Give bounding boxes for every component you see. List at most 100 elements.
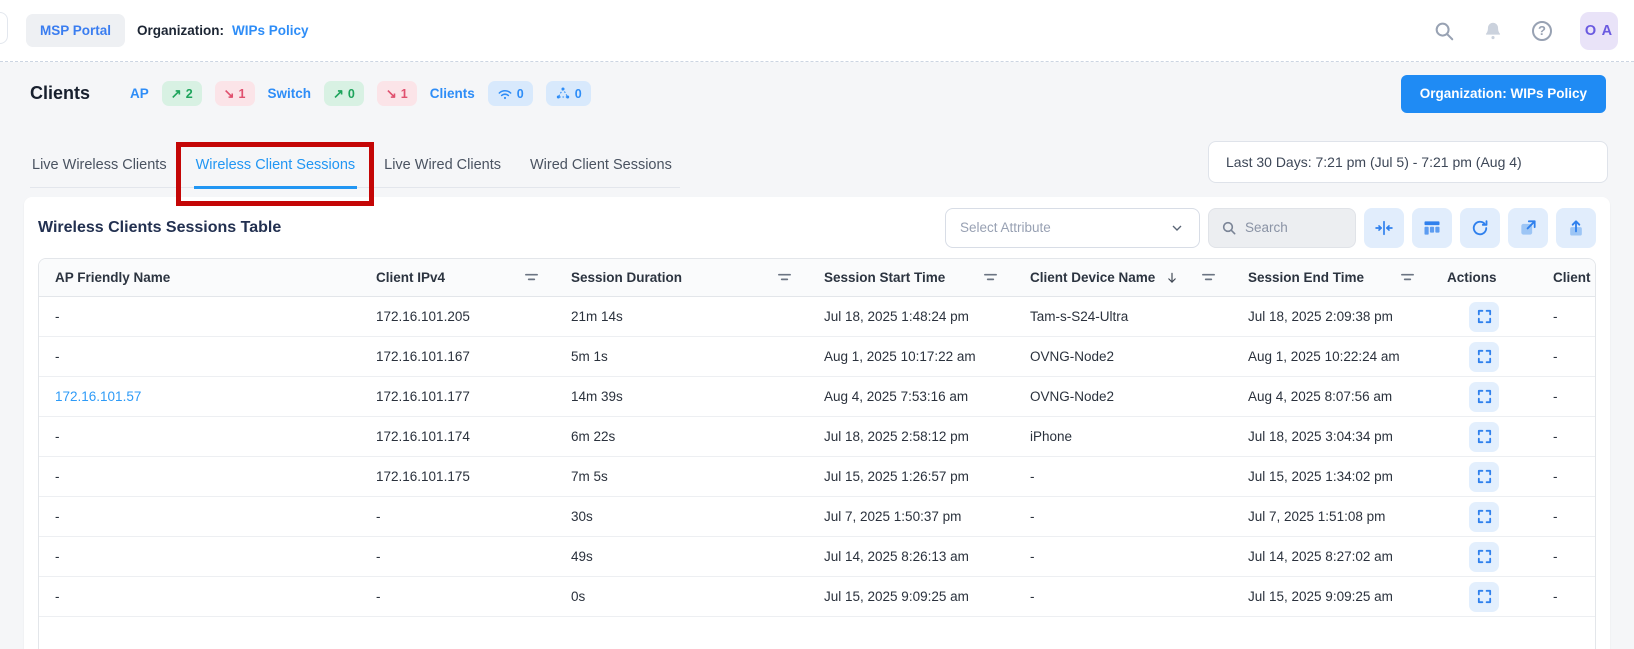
cell-device: -	[1014, 469, 1232, 484]
expand-row-button[interactable]	[1469, 302, 1499, 332]
notifications-bell-icon[interactable]	[1482, 20, 1504, 42]
expand-row-button[interactable]	[1469, 582, 1499, 612]
search-icon	[1221, 220, 1237, 236]
tab-live-wired-clients[interactable]: Live Wired Clients	[382, 157, 503, 187]
expand-row-button[interactable]	[1469, 422, 1499, 452]
sort-descending-icon[interactable]	[1165, 271, 1179, 285]
cell-ipv6: -	[1537, 389, 1596, 404]
table-row: --0sJul 15, 2025 9:09:25 am-Jul 15, 2025…	[39, 577, 1595, 617]
cell-ap: -	[39, 309, 360, 324]
expand-row-button[interactable]	[1469, 462, 1499, 492]
cell-ipv6: -	[1537, 429, 1596, 444]
search-input[interactable]: Search	[1208, 208, 1356, 248]
select-attribute-dropdown[interactable]: Select Attribute	[945, 208, 1200, 248]
table-title: Wireless Clients Sessions Table	[38, 219, 281, 237]
table-columns-button[interactable]	[1412, 208, 1452, 248]
expand-row-button[interactable]	[1469, 542, 1499, 572]
col-client-ipv4: Client IPv4	[360, 270, 555, 285]
stat-label-clients[interactable]: Clients	[430, 86, 475, 101]
cell-ipv6: -	[1537, 309, 1596, 324]
expand-icon	[1476, 548, 1493, 565]
cell-device: -	[1014, 509, 1232, 524]
stat-label-switch[interactable]: Switch	[268, 86, 312, 101]
expand-row-button[interactable]	[1469, 342, 1499, 372]
cell-ap: -	[39, 549, 360, 564]
filter-icon[interactable]	[524, 270, 539, 285]
table-body: -172.16.101.20521m 14sJul 18, 2025 1:48:…	[39, 297, 1595, 617]
cell-ipv6: -	[1537, 549, 1596, 564]
sidebar-edge-toggle[interactable]	[0, 12, 8, 44]
actions-cell	[1431, 502, 1537, 532]
cell-ap: -	[39, 349, 360, 364]
date-range-picker[interactable]: Last 30 Days: 7:21 pm (Jul 5) - 7:21 pm …	[1208, 141, 1608, 183]
cell-duration: 21m 14s	[555, 309, 808, 324]
refresh-button[interactable]	[1460, 208, 1500, 248]
cell-end: Jul 7, 2025 1:51:08 pm	[1232, 509, 1431, 524]
organization-name-link[interactable]: WIPs Policy	[232, 23, 309, 38]
device-stats: AP ↗︎2 ↘︎1 Switch ↗︎0 ↘︎1 Clients 0 0	[130, 81, 591, 106]
cell-ipv4: 172.16.101.177	[360, 389, 555, 404]
wireless-clients-badge: 0	[488, 81, 533, 106]
mesh-network-icon	[555, 86, 571, 102]
cell-ipv4: -	[360, 549, 555, 564]
expand-row-button[interactable]	[1469, 382, 1499, 412]
table-row: --49sJul 14, 2025 8:26:13 am-Jul 14, 202…	[39, 537, 1595, 577]
cell-device: OVNG-Node2	[1014, 389, 1232, 404]
cell-ipv4: 172.16.101.175	[360, 469, 555, 484]
collapse-columns-button[interactable]	[1364, 208, 1404, 248]
filter-icon[interactable]	[1201, 270, 1216, 285]
ap-up-badge: ↗︎2	[162, 81, 202, 106]
avatar[interactable]: O A	[1580, 12, 1618, 50]
page-title: Clients	[30, 83, 90, 104]
col-session-duration: Session Duration	[555, 270, 808, 285]
table-row: --30sJul 7, 2025 1:50:37 pm-Jul 7, 2025 …	[39, 497, 1595, 537]
cell-duration: 0s	[555, 589, 808, 604]
cell-start: Jul 15, 2025 1:26:57 pm	[808, 469, 1014, 484]
arrow-down-icon: ↘︎	[224, 86, 235, 102]
table-header-row: AP Friendly Name Client IPv4 Session Dur…	[39, 259, 1595, 297]
filter-icon[interactable]	[983, 270, 998, 285]
cell-ap: -	[39, 469, 360, 484]
cell-end: Jul 18, 2025 2:09:38 pm	[1232, 309, 1431, 324]
cell-start: Jul 18, 2025 2:58:12 pm	[808, 429, 1014, 444]
cell-ipv4: 172.16.101.174	[360, 429, 555, 444]
stat-label-ap[interactable]: AP	[130, 86, 149, 101]
cell-end: Aug 1, 2025 10:22:24 am	[1232, 349, 1431, 364]
arrow-up-icon: ↗︎	[333, 86, 344, 102]
table-row: -172.16.101.1675m 1sAug 1, 2025 10:17:22…	[39, 337, 1595, 377]
mesh-clients-badge: 0	[546, 81, 591, 106]
cell-duration: 6m 22s	[555, 429, 808, 444]
cell-end: Jul 18, 2025 3:04:34 pm	[1232, 429, 1431, 444]
filter-icon[interactable]	[777, 270, 792, 285]
expand-icon	[1476, 508, 1493, 525]
cell-ap[interactable]: 172.16.101.57	[39, 389, 360, 404]
tab-wired-client-sessions[interactable]: Wired Client Sessions	[528, 157, 674, 187]
cell-end: Jul 15, 2025 9:09:25 am	[1232, 589, 1431, 604]
cell-duration: 49s	[555, 549, 808, 564]
expand-icon	[1476, 428, 1493, 445]
help-icon[interactable]: ?	[1531, 20, 1553, 42]
cell-device: iPhone	[1014, 429, 1232, 444]
expand-row-button[interactable]	[1469, 502, 1499, 532]
organization-button[interactable]: Organization: WIPs Policy	[1401, 75, 1606, 113]
actions-cell	[1431, 302, 1537, 332]
cell-ipv4: -	[360, 509, 555, 524]
cell-device: -	[1014, 549, 1232, 564]
actions-cell	[1431, 582, 1537, 612]
col-session-start-time: Session Start Time	[808, 270, 1014, 285]
cell-device: OVNG-Node2	[1014, 349, 1232, 364]
open-in-new-button[interactable]	[1508, 208, 1548, 248]
tabs-row: Live Wireless Clients Wireless Client Se…	[0, 125, 1634, 197]
sessions-table-card: Wireless Clients Sessions Table Select A…	[24, 197, 1610, 649]
tab-live-wireless-clients[interactable]: Live Wireless Clients	[30, 157, 169, 187]
actions-cell	[1431, 382, 1537, 412]
filter-icon[interactable]	[1400, 270, 1415, 285]
cell-ap: -	[39, 509, 360, 524]
cell-end: Jul 14, 2025 8:27:02 am	[1232, 549, 1431, 564]
cell-end: Jul 15, 2025 1:34:02 pm	[1232, 469, 1431, 484]
msp-portal-button[interactable]: MSP Portal	[26, 14, 125, 47]
search-icon[interactable]	[1433, 20, 1455, 42]
tab-wireless-client-sessions[interactable]: Wireless Client Sessions	[194, 157, 358, 189]
export-button[interactable]	[1556, 208, 1596, 248]
cell-start: Jul 7, 2025 1:50:37 pm	[808, 509, 1014, 524]
